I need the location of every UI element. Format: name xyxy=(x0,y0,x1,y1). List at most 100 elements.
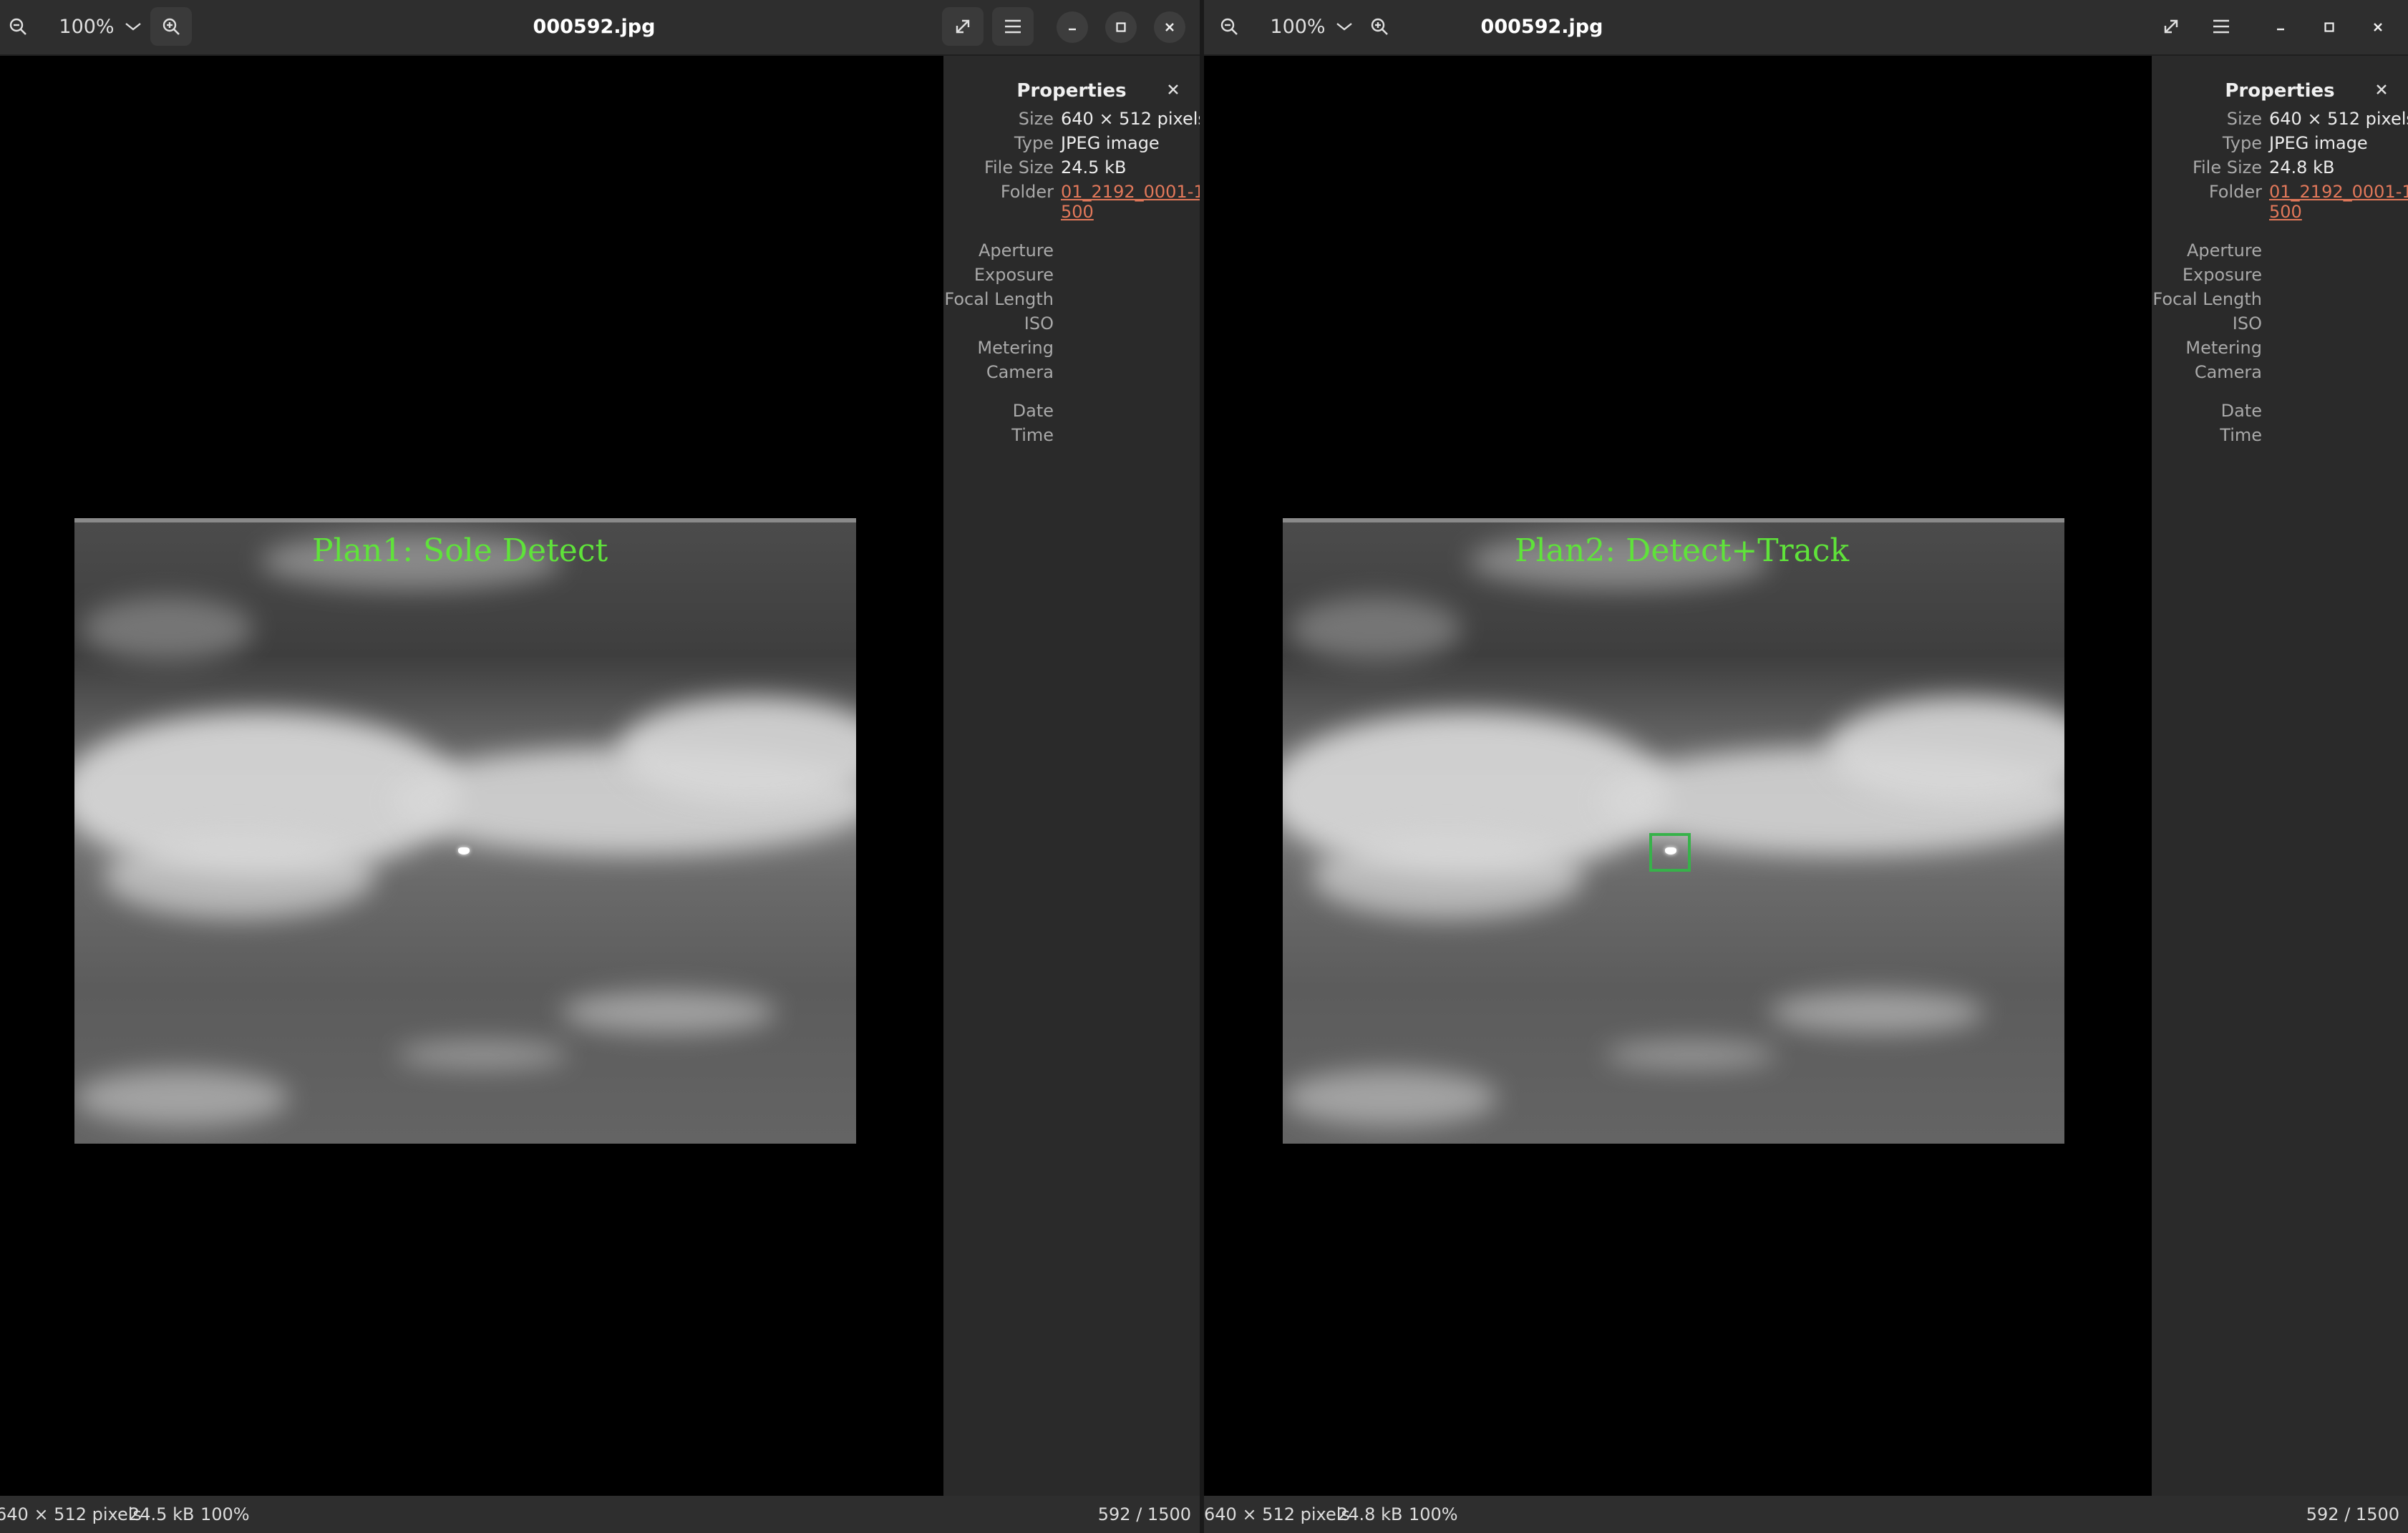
fullscreen-button[interactable] xyxy=(942,7,984,46)
status-bar: 640 × 512 pixels 24.8 kB 100% 592 / 1500 xyxy=(1204,1496,2408,1533)
properties-close-button[interactable] xyxy=(1167,77,1180,101)
cloud xyxy=(397,1041,568,1069)
property-label: File Size xyxy=(2192,157,2262,177)
status-filesize: 24.8 kB xyxy=(1337,1504,1403,1524)
property-label: ISO xyxy=(2232,313,2262,334)
image-viewport[interactable]: Plan1: Sole Detect xyxy=(0,56,942,1496)
minimize-button[interactable] xyxy=(2265,11,2296,43)
properties-heading: Properties xyxy=(2225,80,2335,102)
property-date: Date xyxy=(943,401,1200,425)
tracking-box xyxy=(1649,833,1691,872)
property-label: Time xyxy=(2220,425,2262,445)
header-bar: 100% 000592.jpg xyxy=(0,0,1200,56)
property-value: 24.5 kB xyxy=(1061,157,1127,177)
property-filesize: File Size 24.5 kB xyxy=(943,157,1200,182)
properties-close-button[interactable] xyxy=(2375,77,2388,101)
status-zoom: 100% xyxy=(200,1504,250,1524)
property-iso: ISO xyxy=(943,313,1200,338)
close-icon xyxy=(2374,23,2382,31)
fullscreen-button[interactable] xyxy=(2150,7,2192,46)
property-label: Size xyxy=(2226,109,2262,129)
close-button[interactable] xyxy=(1154,11,1185,43)
cloud xyxy=(561,991,776,1033)
window-title: 000592.jpg xyxy=(533,16,656,38)
property-date: Date xyxy=(2152,401,2408,425)
property-camera: Camera xyxy=(2152,362,2408,386)
zoom-out-button[interactable] xyxy=(1208,7,1250,46)
property-label: Exposure xyxy=(974,265,1054,285)
minimize-button[interactable] xyxy=(1057,11,1088,43)
overlay-label: Plan1: Sole Detect xyxy=(312,532,608,569)
property-size: Size 640 × 512 pixels xyxy=(2152,109,2408,133)
property-label: Focal Length xyxy=(2152,289,2262,309)
property-label: File Size xyxy=(984,157,1054,177)
status-bar: 640 × 512 pixels 24.5 kB 100% 592 / 1500 xyxy=(0,1496,1200,1533)
property-focal-length: Focal Length xyxy=(2152,289,2408,313)
folder-link[interactable]: 01_2192_0001-1 500 xyxy=(2269,182,2408,222)
status-filesize: 24.5 kB xyxy=(129,1504,195,1524)
cloud xyxy=(82,597,253,661)
close-button[interactable] xyxy=(2362,11,2394,43)
image-top-edge xyxy=(1283,518,2064,522)
properties-heading: Properties xyxy=(1016,80,1127,102)
zoom-level-dropdown[interactable]: 100% xyxy=(43,7,157,46)
chevron-down-icon xyxy=(125,23,141,31)
property-aperture: Aperture xyxy=(2152,240,2408,265)
status-dimensions: 640 × 512 pixels xyxy=(0,1504,142,1524)
property-time: Time xyxy=(2152,425,2408,449)
property-label: Date xyxy=(1012,401,1054,421)
folder-link-line1: 01_2192_0001-1 xyxy=(1061,182,1200,202)
property-label: Type xyxy=(2222,133,2262,153)
property-label: Date xyxy=(2220,401,2262,421)
property-label: Metering xyxy=(2185,338,2262,358)
property-type: Type JPEG image xyxy=(943,133,1200,157)
maximize-button[interactable] xyxy=(1105,11,1137,43)
property-label: Exposure xyxy=(2182,265,2262,285)
zoom-level-dropdown[interactable]: 100% xyxy=(1254,7,1369,46)
maximize-button[interactable] xyxy=(2314,11,2345,43)
property-exposure: Exposure xyxy=(943,265,1200,289)
zoom-out-button[interactable] xyxy=(0,7,39,46)
zoom-in-icon xyxy=(162,18,180,35)
minimize-icon xyxy=(2277,28,2284,31)
property-label: Type xyxy=(1014,133,1054,153)
zoom-in-button[interactable] xyxy=(150,7,192,46)
property-label: Size xyxy=(1018,109,1054,129)
cloud xyxy=(1311,833,1583,919)
main-menu-button[interactable] xyxy=(2200,7,2242,46)
property-label: Aperture xyxy=(978,240,1054,261)
image-top-edge xyxy=(74,518,856,522)
cloud xyxy=(103,833,375,919)
folder-link-line2: 500 xyxy=(1061,202,1094,222)
menu-icon xyxy=(1005,19,1021,34)
image-viewer-window-1: 100% 000592.jpg Plan1: Sole Detect Prope… xyxy=(0,0,1200,1533)
property-label: Time xyxy=(1011,425,1054,445)
window-title: 000592.jpg xyxy=(1480,16,1603,38)
main-menu-button[interactable] xyxy=(992,7,1034,46)
zoom-level-value: 100% xyxy=(59,15,115,38)
zoom-out-icon xyxy=(1220,18,1238,35)
zoom-out-icon xyxy=(9,18,26,35)
overlay-label: Plan2: Detect+Track xyxy=(1515,532,1850,569)
property-iso: ISO xyxy=(2152,313,2408,338)
property-label: ISO xyxy=(1024,313,1054,334)
status-zoom: 100% xyxy=(1409,1504,1458,1524)
image-viewport[interactable]: Plan2: Detect+Track xyxy=(1204,56,2150,1496)
property-time: Time xyxy=(943,425,1200,449)
property-camera: Camera xyxy=(943,362,1200,386)
property-label: Aperture xyxy=(2186,240,2262,261)
property-label: Folder xyxy=(1000,182,1054,202)
folder-link[interactable]: 01_2192_0001-1 500 xyxy=(1061,182,1200,222)
fullscreen-icon xyxy=(956,19,970,34)
property-filesize: File Size 24.8 kB xyxy=(2152,157,2408,182)
property-type: Type JPEG image xyxy=(2152,133,2408,157)
status-dimensions: 640 × 512 pixels xyxy=(1204,1504,1350,1524)
infrared-image: Plan2: Detect+Track xyxy=(1283,518,2064,1144)
properties-panel: Properties Size 640 × 512 pixels Type JPEG… xyxy=(943,56,1200,1496)
drone-target xyxy=(458,847,470,855)
property-value: 640 × 512 pixels xyxy=(2269,109,2408,129)
cloud xyxy=(1605,1041,1777,1069)
close-icon xyxy=(1168,84,1178,94)
properties-panel: Properties Size 640 × 512 pixels Type JPEG… xyxy=(2152,56,2408,1496)
image-viewer-window-2: 100% 000592.jpg Plan2: Detect+Track Prop… xyxy=(1204,0,2408,1533)
